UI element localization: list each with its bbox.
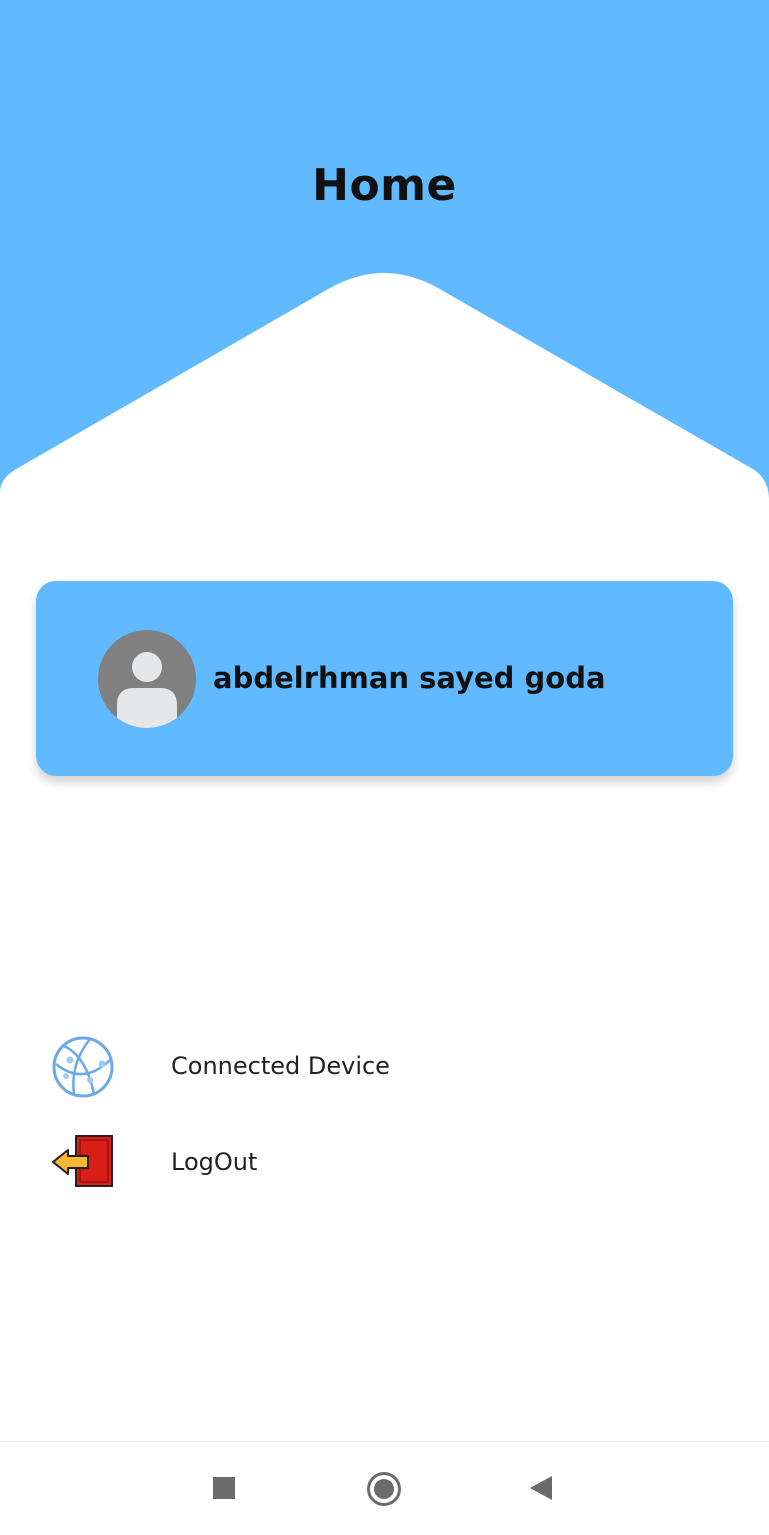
- person-icon: [117, 652, 177, 728]
- profile-card[interactable]: abdelrhman sayed goda: [36, 581, 733, 776]
- menu-item-connected-device[interactable]: Connected Device: [0, 1028, 769, 1108]
- menu-item-label: Connected Device: [171, 1052, 390, 1080]
- menu-item-label: LogOut: [171, 1148, 258, 1176]
- system-navigation-bar: [0, 1441, 769, 1535]
- globe-network-icon: [52, 1036, 114, 1098]
- header-background: [0, 0, 769, 520]
- back-triangle-icon[interactable]: [527, 1474, 555, 1502]
- menu-item-logout[interactable]: LogOut: [0, 1122, 769, 1202]
- profile-name: abdelrhman sayed goda: [213, 661, 606, 695]
- home-circle-icon[interactable]: [366, 1471, 402, 1507]
- recents-square-icon[interactable]: [211, 1475, 237, 1501]
- avatar: [98, 630, 196, 728]
- page-title: Home: [312, 160, 457, 211]
- logout-door-icon: [52, 1135, 113, 1187]
